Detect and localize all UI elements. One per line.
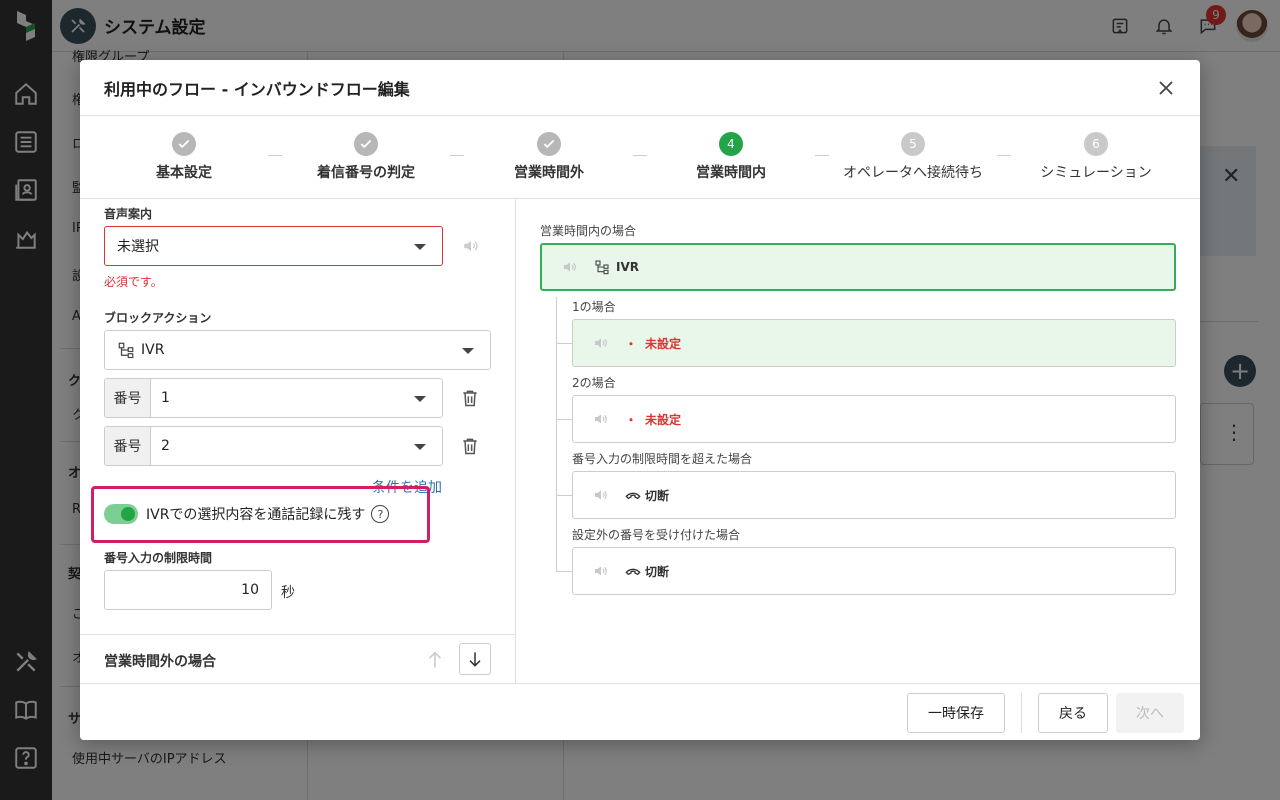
save-draft-button[interactable]: 一時保存 [907, 693, 1005, 733]
voice-guide-label: 音声案内 [104, 207, 153, 221]
unset-dot: ・ [625, 336, 638, 351]
speaker-icon [595, 566, 607, 576]
speaker-icon [564, 262, 576, 272]
timeout-label: 番号入力の制限時間 [104, 551, 213, 565]
branch-card-timeout[interactable]: 切断 [572, 471, 1176, 519]
tree-line [556, 571, 572, 572]
tree-line [556, 343, 572, 344]
speaker-icon [595, 490, 607, 500]
check-icon [537, 132, 561, 156]
arrow-down-icon [469, 652, 481, 667]
modal-body: 音声案内 未選択 必須です。 ブロックアクション IVR 番号 1 番号 2 条… [80, 199, 1200, 683]
flow-preview: 営業時間内の場合 IVR 1の場合 ・ 未設定 2の場合 ・ 未設定 番号入力の… [516, 199, 1200, 683]
step-operator-wait[interactable]: 5 オペレータへ接続待ち [822, 132, 1004, 182]
step-number: 5 [901, 132, 925, 156]
voice-guide-error: 必須です。 [104, 275, 163, 289]
highlight-box [91, 486, 430, 543]
modal-title: 利用中のフロー - インバウンドフロー編集 [104, 79, 410, 99]
branch-caption: 番号入力の制限時間を超えた場合 [572, 452, 753, 466]
close-icon[interactable] [1154, 76, 1178, 100]
step-label: 営業時間内 [696, 165, 766, 181]
branch-card-invalid[interactable]: 切断 [572, 547, 1176, 595]
tree-line [556, 419, 572, 420]
step-basic[interactable]: 基本設定 [93, 132, 275, 182]
voice-guide-value: 未選択 [117, 239, 159, 255]
speaker-icon [595, 338, 607, 348]
branch-value: 切断 [645, 564, 670, 579]
hangup-icon [625, 492, 641, 500]
tree-line [556, 297, 557, 572]
number-select-2[interactable]: 番号 2 [104, 426, 443, 466]
step-label: 基本設定 [156, 165, 212, 181]
number-addon: 番号 [105, 379, 151, 417]
step-business-hours[interactable]: 4 営業時間内 [640, 132, 822, 182]
branch-card-1[interactable]: ・ 未設定 [572, 319, 1176, 367]
unset-dot: ・ [625, 412, 638, 427]
voice-guide-select[interactable]: 未選択 [104, 226, 443, 266]
hangup-icon [625, 568, 641, 576]
divider [1021, 693, 1022, 733]
branch-caption: 2の場合 [572, 376, 616, 390]
trash-icon[interactable] [460, 436, 480, 456]
stepper: 基本設定 着信番号の判定 営業時間外 4 営業時間内 5 オペレータへ接続待ち … [80, 116, 1200, 199]
ivr-tree-icon [118, 342, 134, 359]
modal-footer: 一時保存 戻る 次へ [80, 683, 1200, 740]
step-label: 着信番号の判定 [317, 165, 415, 181]
speaker-icon [595, 414, 607, 424]
number-value-1: 1 [161, 390, 170, 406]
branch-card-2[interactable]: ・ 未設定 [572, 395, 1176, 443]
tree-line [556, 495, 572, 496]
branch-caption: 設定外の番号を受け付けた場合 [572, 528, 741, 542]
modal-header: 利用中のフロー - インバウンドフロー編集 [80, 60, 1200, 116]
trash-icon[interactable] [460, 388, 480, 408]
block-action-select[interactable]: IVR [104, 330, 491, 370]
branch-value: 切断 [645, 488, 670, 503]
arrow-up-icon[interactable] [424, 649, 446, 671]
step-label: オペレータへ接続待ち [843, 165, 983, 181]
step-number-judgement[interactable]: 着信番号の判定 [275, 132, 457, 182]
chevron-down-icon [414, 396, 426, 402]
preview-caption: 営業時間内の場合 [540, 224, 637, 238]
timeout-input[interactable]: 10 [104, 570, 272, 610]
step-simulation[interactable]: 6 シミュレーション [1005, 132, 1187, 182]
section-title: 営業時間外の場合 [104, 654, 216, 670]
timeout-unit: 秒 [281, 585, 295, 601]
settings-form: 音声案内 未選択 必須です。 ブロックアクション IVR 番号 1 番号 2 条… [80, 199, 516, 683]
block-action-label: ブロックアクション [104, 311, 212, 325]
back-button[interactable]: 戻る [1038, 693, 1108, 733]
branch-caption: 1の場合 [572, 300, 616, 314]
step-number: 6 [1084, 132, 1108, 156]
number-addon: 番号 [105, 427, 151, 465]
check-icon [172, 132, 196, 156]
step-label: 営業時間外 [514, 165, 584, 181]
flow-edit-modal: 利用中のフロー - インバウンドフロー編集 基本設定 着信番号の判定 営業時間外… [80, 60, 1200, 740]
step-number: 4 [719, 132, 743, 156]
check-icon [354, 132, 378, 156]
branch-value: 未設定 [645, 412, 682, 427]
preview-ivr-card[interactable]: IVR [540, 243, 1176, 291]
speaker-icon[interactable] [462, 237, 480, 255]
next-button[interactable]: 次へ [1116, 693, 1184, 733]
ivr-tree-icon [595, 260, 609, 275]
preview-ivr-label: IVR [616, 260, 639, 274]
move-down-button[interactable] [459, 643, 491, 675]
step-label: シミュレーション [1040, 165, 1152, 181]
number-value-2: 2 [161, 438, 170, 454]
branch-value: 未設定 [645, 336, 682, 351]
next-section-bar: 営業時間外の場合 [80, 634, 515, 683]
chevron-down-icon [462, 348, 474, 354]
chevron-down-icon [414, 244, 426, 250]
block-action-value: IVR [141, 342, 165, 358]
number-select-1[interactable]: 番号 1 [104, 378, 443, 418]
chevron-down-icon [414, 444, 426, 450]
step-off-hours[interactable]: 営業時間外 [458, 132, 640, 182]
